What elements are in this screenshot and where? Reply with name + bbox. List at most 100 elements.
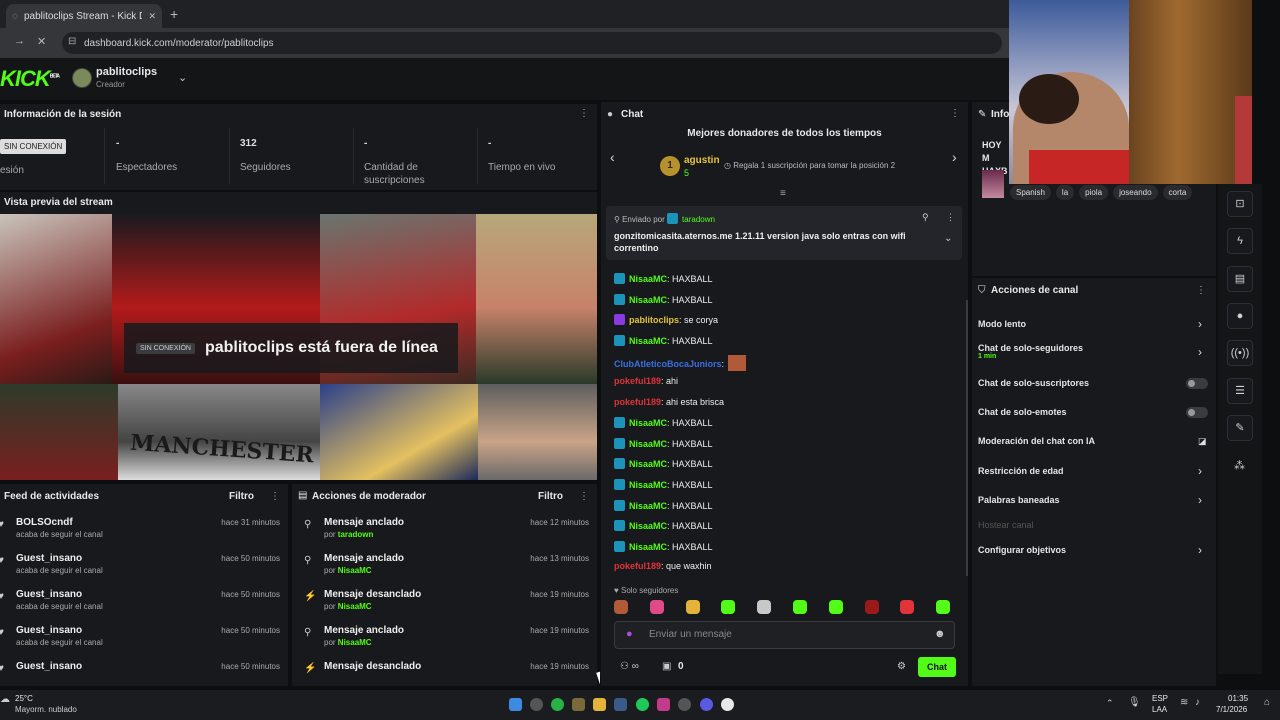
chat-message[interactable]: pokeful189: ahi bbox=[614, 376, 678, 386]
settings-icon[interactable] bbox=[678, 698, 691, 711]
chat-message[interactable]: NisaaMC: HAXBALL bbox=[614, 520, 713, 532]
toggle-switch[interactable] bbox=[1186, 407, 1208, 418]
feed-item[interactable]: ♥ Guest_insano acaba de seguir el canal hac… bbox=[0, 589, 288, 611]
instagram-icon[interactable] bbox=[657, 698, 670, 711]
start-menu-icon[interactable] bbox=[509, 698, 522, 711]
chat-message[interactable]: NisaaMC: HAXBALL bbox=[614, 499, 713, 511]
chrome-icon[interactable] bbox=[721, 698, 734, 711]
modaction-item[interactable]: ⚲ Mensaje anclado por NisaaMC hace 19 minut… bbox=[292, 625, 597, 647]
gift-icon[interactable]: ▣ bbox=[662, 661, 671, 672]
emoji-icon[interactable]: ☻ bbox=[934, 628, 946, 640]
chevron-right-icon[interactable]: › bbox=[1198, 493, 1202, 507]
chevron-right-icon[interactable]: › bbox=[1198, 317, 1202, 331]
emote-icon[interactable] bbox=[864, 600, 879, 614]
focus-icon[interactable]: ⊡ bbox=[1227, 191, 1253, 217]
chevron-right-icon[interactable]: › bbox=[1198, 345, 1202, 359]
emote-icon[interactable] bbox=[757, 600, 772, 614]
modaction-user[interactable]: NisaaMC bbox=[338, 566, 372, 575]
chat-username[interactable]: NisaaMC bbox=[629, 501, 667, 511]
chat-username[interactable]: NisaaMC bbox=[629, 521, 667, 531]
chevron-down-icon[interactable]: ⌄ bbox=[178, 71, 187, 84]
site-settings-icon[interactable]: ⊟ bbox=[68, 36, 76, 47]
next-arrow-icon[interactable]: › bbox=[952, 149, 957, 165]
category-thumbnail[interactable] bbox=[982, 170, 1004, 198]
stream-tag[interactable]: piola bbox=[1079, 185, 1109, 200]
chat-username[interactable]: ClubAtleticoBocaJuniors bbox=[614, 359, 722, 369]
browser-tab[interactable]: ◌ pablitoclips Stream - Kick Dashb ✕ bbox=[6, 4, 162, 28]
chat-message[interactable]: NisaaMC: HAXBALL bbox=[614, 458, 713, 470]
layout-icon[interactable]: ☰ bbox=[1227, 378, 1253, 404]
chat-icon[interactable]: ● bbox=[1227, 303, 1253, 329]
chat-username[interactable]: NisaaMC bbox=[629, 439, 667, 449]
modactions-more-icon[interactable]: ⋮ bbox=[579, 491, 589, 502]
language-sub[interactable]: LAA bbox=[1152, 705, 1167, 714]
modaction-item[interactable]: ⚲ Mensaje anclado por taradown hace 12 minu… bbox=[292, 517, 597, 539]
stream-tag[interactable]: joseando bbox=[1113, 185, 1158, 200]
wifi-icon[interactable]: ≋ bbox=[1180, 697, 1188, 708]
channel-setting[interactable]: Chat de solo-seguidores 1 min bbox=[978, 343, 1083, 360]
chevron-right-icon[interactable]: › bbox=[1198, 543, 1202, 557]
feed-item[interactable]: ♥ Guest_insano acaba de seguir el canal hac… bbox=[0, 553, 288, 575]
chat-username[interactable]: NisaaMC bbox=[629, 542, 667, 552]
chat-more-icon[interactable]: ⋮ bbox=[950, 108, 960, 119]
chart-icon[interactable]: ◪ bbox=[1198, 436, 1207, 447]
discord-icon[interactable] bbox=[700, 698, 713, 711]
channel-actions-more-icon[interactable]: ⋮ bbox=[1196, 285, 1206, 296]
channel-setting[interactable]: Palabras baneadas bbox=[978, 495, 1060, 505]
language[interactable]: ESP bbox=[1152, 694, 1168, 703]
channel-avatar[interactable] bbox=[72, 68, 92, 88]
chat-username[interactable]: NisaaMC bbox=[629, 480, 667, 490]
chat-message[interactable]: ClubAtleticoBocaJuniors: bbox=[614, 355, 747, 372]
chat-message[interactable]: pablitoclips: se corya bbox=[614, 314, 718, 326]
feed-item[interactable]: ♥ Guest_insano hace 50 minutos bbox=[0, 661, 288, 674]
settings-gear-icon[interactable]: ⚙ bbox=[897, 661, 906, 672]
chevron-right-icon[interactable]: › bbox=[1198, 464, 1202, 478]
stop-loading-icon[interactable]: ✕ bbox=[37, 35, 46, 48]
spotify-icon[interactable] bbox=[636, 698, 649, 711]
channel-setting[interactable]: Configurar objetivos bbox=[978, 545, 1066, 555]
chat-message[interactable]: NisaaMC: HAXBALL bbox=[614, 273, 713, 284]
emote-icon[interactable] bbox=[793, 600, 807, 614]
modaction-item[interactable]: ⚲ Mensaje anclado por NisaaMC hace 13 minut… bbox=[292, 553, 597, 575]
emote-icon[interactable] bbox=[721, 600, 736, 614]
kick-logo[interactable]: KICKBETA bbox=[0, 66, 60, 92]
stream-tag[interactable]: Spanish bbox=[1010, 185, 1051, 200]
add-widget-icon[interactable]: ⁂ bbox=[1234, 459, 1245, 472]
channel-setting[interactable]: Chat de solo-emotes bbox=[978, 407, 1067, 417]
volume-icon[interactable]: ♪ bbox=[1195, 697, 1200, 708]
chat-username[interactable]: NisaaMC bbox=[629, 459, 667, 469]
chat-message[interactable]: pokeful189: que waxhin bbox=[614, 561, 712, 571]
emote-icon[interactable] bbox=[900, 600, 915, 614]
clock-time[interactable]: 01:35 bbox=[1228, 694, 1248, 703]
chat-username[interactable]: pokeful189 bbox=[614, 397, 661, 407]
url-field[interactable]: ⊟ dashboard.kick.com/moderator/pablitocl… bbox=[62, 32, 1002, 54]
chat-message[interactable]: NisaaMC: HAXBALL bbox=[614, 479, 713, 490]
chat-username[interactable]: NisaaMC bbox=[629, 336, 667, 346]
feed-item[interactable]: ♥ BOLSOcndf acaba de seguir el canal hace 3… bbox=[0, 517, 288, 539]
chat-username[interactable]: NisaaMC bbox=[629, 295, 667, 305]
channel-setting[interactable]: Modo lento bbox=[978, 319, 1026, 329]
channel-setting[interactable]: Moderación del chat con IA bbox=[978, 436, 1095, 446]
feed-filter-button[interactable]: Filtro bbox=[229, 491, 254, 502]
clock-date[interactable]: 7/1/2026 bbox=[1216, 705, 1247, 714]
more-options-icon[interactable]: ⋮ bbox=[579, 108, 589, 119]
collapse-icon[interactable]: ≡ bbox=[780, 188, 786, 199]
prev-arrow-icon[interactable]: ‹ bbox=[610, 149, 615, 165]
document-icon[interactable]: ▤ bbox=[1227, 266, 1253, 292]
stream-tag[interactable]: la bbox=[1055, 185, 1075, 200]
forward-icon[interactable]: → bbox=[14, 35, 25, 47]
channel-setting[interactable]: Chat de solo-suscriptores bbox=[978, 378, 1089, 388]
emote-icon[interactable] bbox=[685, 600, 700, 614]
feed-item[interactable]: ♥ Guest_insano acaba de seguir el canal hac… bbox=[0, 625, 288, 647]
toggle-switch[interactable] bbox=[1186, 378, 1208, 389]
file-explorer-icon[interactable] bbox=[593, 698, 606, 711]
chat-username[interactable]: NisaaMC bbox=[629, 418, 667, 428]
bolt-icon[interactable]: ϟ bbox=[1227, 228, 1253, 254]
channel-setting[interactable]: Hostear canal bbox=[978, 520, 1034, 530]
search-icon[interactable] bbox=[530, 698, 543, 711]
chat-message[interactable]: NisaaMC: HAXBALL bbox=[614, 293, 713, 305]
chat-scrollbar[interactable] bbox=[966, 300, 968, 576]
wrench-tool-icon[interactable]: ✎ bbox=[1227, 415, 1253, 441]
weather-temp[interactable]: 25°C bbox=[15, 694, 33, 703]
chat-username[interactable]: pablitoclips bbox=[629, 315, 679, 325]
